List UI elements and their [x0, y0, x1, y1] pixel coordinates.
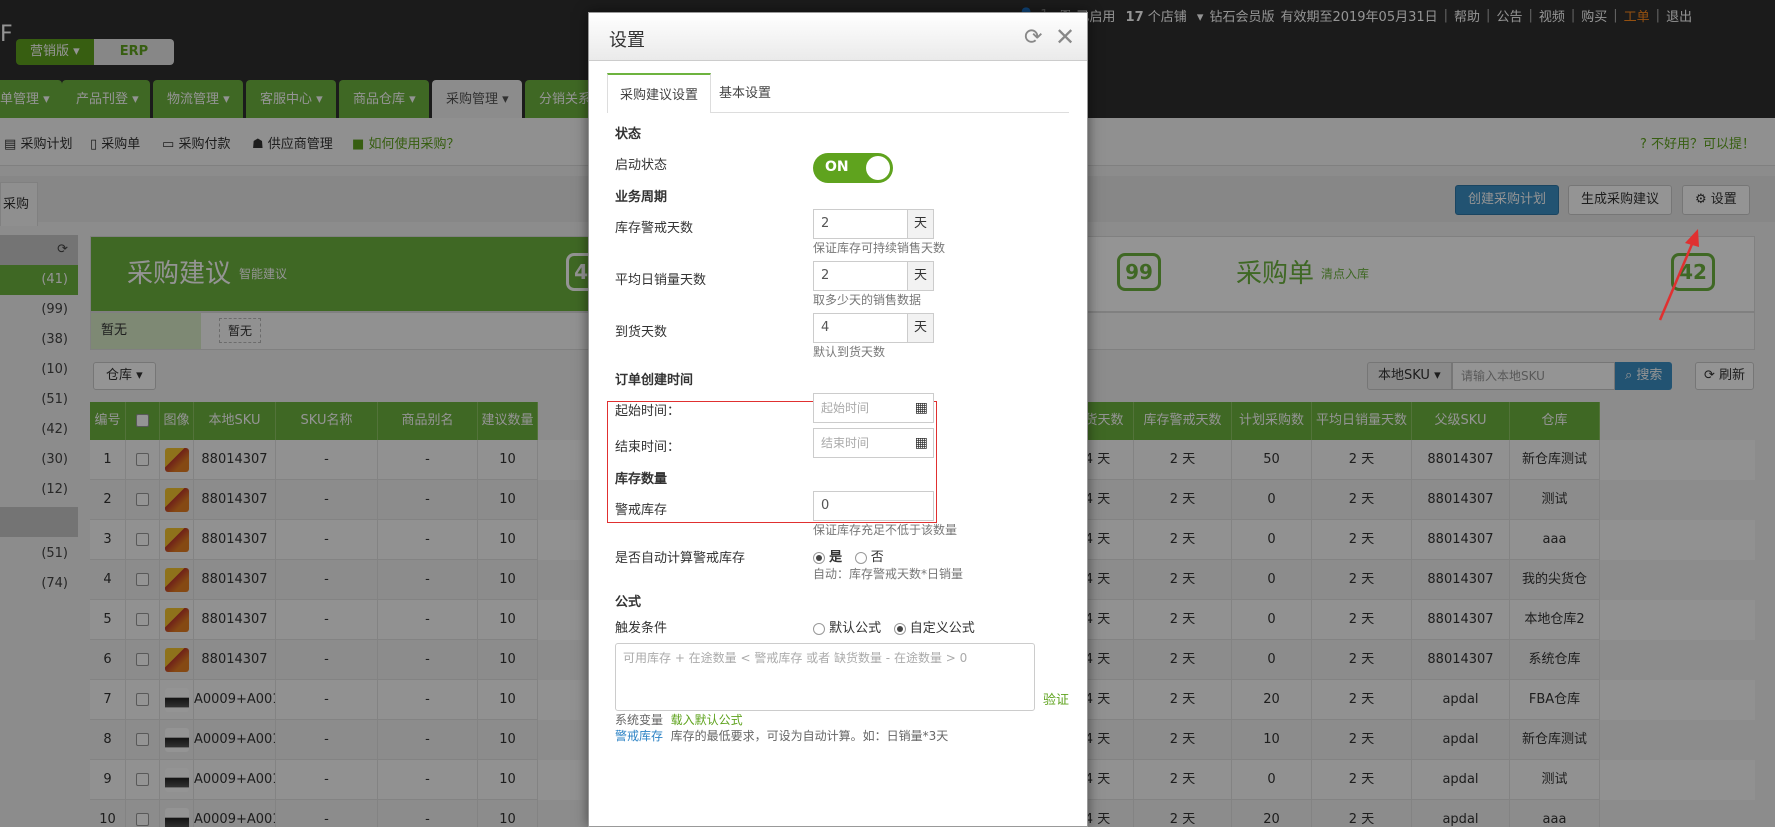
calendar-icon: ▦ [914, 400, 928, 416]
section-stock: 库存数量 [615, 472, 668, 487]
formula-radios: 默认公式 自定义公式 [813, 617, 975, 636]
avg-days-hint: 取多少天的销售数据 [813, 293, 922, 307]
end-time-label: 结束时间： [615, 440, 681, 455]
tab-advice-settings[interactable]: 采购建议设置 [607, 73, 712, 114]
verify-link[interactable]: 验证 [1043, 689, 1069, 708]
dialog-title: 设置 [609, 30, 645, 51]
radio-default-formula[interactable] [813, 622, 825, 635]
start-time-input[interactable]: 起始时间 ▦ [813, 393, 934, 423]
var-name-link[interactable]: 警戒库存 [615, 729, 663, 743]
trigger-label: 触发条件 [615, 621, 668, 636]
warn-days-hint: 保证库存可持续销售天数 [813, 241, 946, 255]
close-icon[interactable]: ✕ [1055, 23, 1075, 51]
settings-dialog: 设置 ⟳ ✕ 采购建议设置 基本设置 状态 启动状态 ON 业务周期 库存警戒天… [588, 12, 1088, 827]
radio-custom-formula[interactable] [893, 622, 906, 635]
var-desc-row: 警戒库存 库存的最低要求，可设为自动计算。如：日销量*3天 [615, 729, 949, 743]
warn-days-label: 库存警戒天数 [615, 221, 694, 236]
dialog-header: 设置 ⟳ ✕ [589, 13, 1087, 61]
end-time-input[interactable]: 结束时间 ▦ [813, 428, 934, 458]
warn-stock-hint: 保证库存充足不低于该数量 [813, 523, 958, 537]
section-status: 状态 [615, 127, 642, 142]
warn-stock-label: 警戒库存 [615, 503, 668, 518]
toggle-knob [866, 156, 890, 180]
section-order-time: 订单创建时间 [615, 373, 694, 388]
arrive-days-hint: 默认到货天数 [813, 345, 886, 359]
avg-days-label: 平均日销量天数 [615, 273, 707, 288]
calendar-icon: ▦ [914, 435, 928, 451]
auto-calc-label: 是否自动计算警戒库存 [615, 551, 746, 566]
auto-calc-hint: 自动：库存警戒天数*日销量 [813, 567, 964, 581]
avg-days-unit: 天 [908, 261, 934, 291]
arrive-days-unit: 天 [908, 313, 934, 343]
radio-yes[interactable] [813, 551, 825, 564]
warn-days-unit: 天 [908, 209, 934, 239]
auto-calc-radios: 是 否 [813, 546, 884, 565]
arrive-days-input[interactable]: 4 [813, 313, 908, 343]
dialog-body: 状态 启动状态 ON 业务周期 库存警戒天数 2 天 保证库存可持续销售天数 平… [607, 113, 1069, 826]
sys-vars-row: 系统变量 载入默认公式 [615, 713, 743, 727]
warn-stock-input[interactable]: 0 [813, 491, 934, 521]
enable-label: 启动状态 [615, 158, 668, 173]
load-default-link[interactable]: 载入默认公式 [671, 713, 743, 727]
radio-no[interactable] [854, 551, 867, 564]
tab-basic-settings[interactable]: 基本设置 [707, 73, 783, 113]
avg-days-input[interactable]: 2 [813, 261, 908, 291]
start-time-label: 起始时间： [615, 404, 681, 419]
section-formula: 公式 [615, 595, 642, 610]
section-cycle: 业务周期 [615, 190, 668, 205]
warn-days-input[interactable]: 2 [813, 209, 908, 239]
arrive-days-label: 到货天数 [615, 325, 668, 340]
formula-textarea[interactable]: 可用库存 + 在途数量 < 警戒库存 或者 缺货数量 - 在途数量 > 0 [615, 643, 1035, 711]
dialog-tabs: 采购建议设置 基本设置 [607, 73, 1069, 114]
annotation-arrow-icon [1658, 229, 1699, 321]
refresh-icon[interactable]: ⟳ [1024, 25, 1042, 50]
enable-toggle[interactable]: ON [813, 153, 893, 183]
